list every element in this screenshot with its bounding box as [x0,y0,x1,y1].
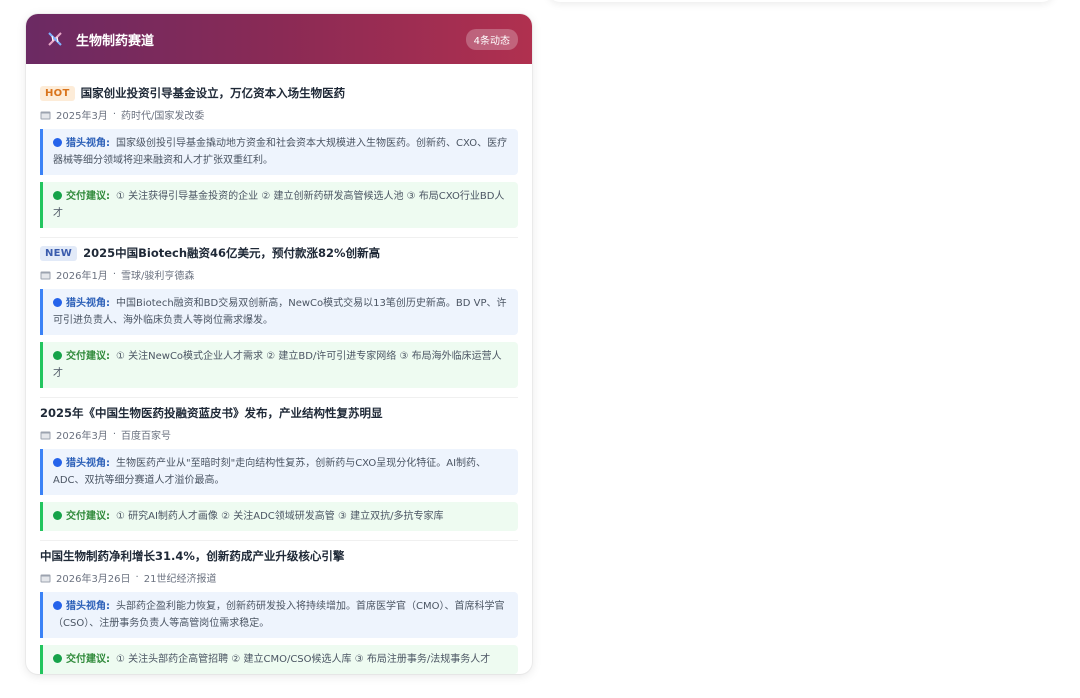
insight-label: 猎头视角: [66,458,110,469]
news-title-row: 2025年《中国生物医药投融资蓝皮书》发布，产业结构性复苏明显 [40,405,518,421]
meta-separator: · [112,429,116,440]
insight-text: 中国Biotech融资和BD交易双创新高，NewCo模式交易以13笔创历史新高。… [53,298,507,326]
header-left: 生物制药赛道 [44,28,154,50]
advice-text: ① 关注头部药企高管招聘 ② 建立CMO/CSO候选人库 ③ 布局注册事务/法规… [116,654,491,665]
news-item: 中国生物制药净利增长31.4%，创新药成产业升级核心引擎 2026年3月26日 … [40,541,518,674]
news-title[interactable]: 2025中国Biotech融资46亿美元，预付款涨82%创新高 [83,245,380,261]
news-item: HOT 国家创业投资引导基金设立，万亿资本入场生物医药 2025年3月 · 药时… [40,78,518,238]
news-title-row: 中国生物制药净利增长31.4%，创新药成产业升级核心引擎 [40,548,518,564]
news-meta: 2025年3月 · 药时代/国家发改委 [40,107,518,122]
news-meta: 2026年1月 · 雪球/骏利亨德森 [40,267,518,282]
news-item: NEW 2025中国Biotech融资46亿美元，预付款涨82%创新高 2026… [40,238,518,398]
advice-label: 交付建议: [66,511,110,522]
headhunter-insight: 猎头视角: 头部药企盈利能力恢复，创新药研发投入将持续增加。首席医学官（CMO）、… [40,592,518,638]
news-source: 药时代/国家发改委 [121,111,205,122]
insight-text: 头部药企盈利能力恢复，创新药研发投入将持续增加。首席医学官（CMO）、首席科学官… [53,601,505,629]
news-date: 2026年3月26日 [56,574,131,585]
meta-separator: · [112,269,116,280]
advice-text: ① 关注获得引导基金投资的企业 ② 建立创新药研发高管候选人池 ③ 布局CXO行… [53,191,505,219]
headhunter-insight: 猎头视角: 生物医药产业从"至暗时刻"走向结构性复苏，创新药与CXO呈现分化特征。… [40,449,518,495]
news-title[interactable]: 中国生物制药净利增长31.4%，创新药成产业升级核心引擎 [40,548,344,564]
headhunter-insight: 猎头视角: 国家级创投引导基金撬动地方资金和社会资本大规模进入生物医药。创新药、C… [40,129,518,175]
news-title-row: HOT 国家创业投资引导基金设立，万亿资本入场生物医药 [40,85,518,101]
green-dot-icon [53,511,62,520]
insight-text: 国家级创投引导基金撬动地方资金和社会资本大规模进入生物医药。创新药、CXO、医疗… [53,138,508,166]
advice-label: 交付建议: [66,351,110,362]
new-tag: NEW [40,245,78,261]
news-source: 百度百家号 [121,431,171,442]
green-dot-icon [53,654,62,663]
insight-label: 猎头视角: [66,298,110,309]
calendar-icon [40,573,51,583]
card-header: 生物制药赛道 4条动态 [26,14,532,64]
news-title[interactable]: 2025年《中国生物医药投融资蓝皮书》发布，产业结构性复苏明显 [40,405,383,421]
news-date: 2026年3月 [56,431,108,442]
news-meta: 2026年3月26日 · 21世纪经济报道 [40,570,518,585]
news-list: HOT 国家创业投资引导基金设立，万亿资本入场生物医药 2025年3月 · 药时… [26,64,532,674]
advice-label: 交付建议: [66,654,110,665]
calendar-icon [40,430,51,440]
blue-dot-icon [53,458,62,467]
count-badge: 4条动态 [465,28,518,50]
meta-separator: · [112,109,116,120]
news-item: 2025年《中国生物医药投融资蓝皮书》发布，产业结构性复苏明显 2026年3月 … [40,398,518,541]
news-meta: 2026年3月 · 百度百家号 [40,427,518,442]
news-source: 21世纪经济报道 [143,574,217,585]
headhunter-insight: 猎头视角: 中国Biotech融资和BD交易双创新高，NewCo模式交易以13笔创… [40,289,518,335]
insight-text: 生物医药产业从"至暗时刻"走向结构性复苏，创新药与CXO呈现分化特征。AI制药、… [53,458,487,486]
news-source: 雪球/骏利亨德森 [121,271,195,282]
delivery-advice: 交付建议: ① 关注头部药企高管招聘 ② 建立CMO/CSO候选人库 ③ 布局注册… [40,645,518,674]
news-date: 2025年3月 [56,111,108,122]
calendar-icon [40,270,51,280]
calendar-icon [40,110,51,120]
meta-separator: · [135,572,139,583]
adjacent-card [548,0,1054,2]
advice-text: ① 关注NewCo模式企业人才需求 ② 建立BD/许可引进专家网络 ③ 布局海外… [53,351,502,379]
news-title[interactable]: 国家创业投资引导基金设立，万亿资本入场生物医药 [81,85,346,101]
insight-label: 猎头视角: [66,138,110,149]
news-title-row: NEW 2025中国Biotech融资46亿美元，预付款涨82%创新高 [40,245,518,261]
dna-icon [44,28,66,50]
advice-text: ① 研究AI制药人才画像 ② 关注ADC领域研发高管 ③ 建立双抗/多抗专家库 [116,511,444,522]
hot-tag: HOT [40,85,75,101]
blue-dot-icon [53,298,62,307]
news-date: 2026年1月 [56,271,108,282]
green-dot-icon [53,351,62,360]
blue-dot-icon [53,601,62,610]
card-title: 生物制药赛道 [76,33,155,49]
advice-label: 交付建议: [66,191,110,202]
green-dot-icon [53,191,62,200]
insight-label: 猎头视角: [66,601,110,612]
blue-dot-icon [53,138,62,147]
delivery-advice: 交付建议: ① 关注获得引导基金投资的企业 ② 建立创新药研发高管候选人池 ③ 布… [40,182,518,228]
sector-news-card: 生物制药赛道 4条动态 HOT 国家创业投资引导基金设立，万亿资本入场生物医药 … [26,14,532,674]
delivery-advice: 交付建议: ① 关注NewCo模式企业人才需求 ② 建立BD/许可引进专家网络 ③… [40,342,518,388]
delivery-advice: 交付建议: ① 研究AI制药人才画像 ② 关注ADC领域研发高管 ③ 建立双抗/多… [40,502,518,531]
